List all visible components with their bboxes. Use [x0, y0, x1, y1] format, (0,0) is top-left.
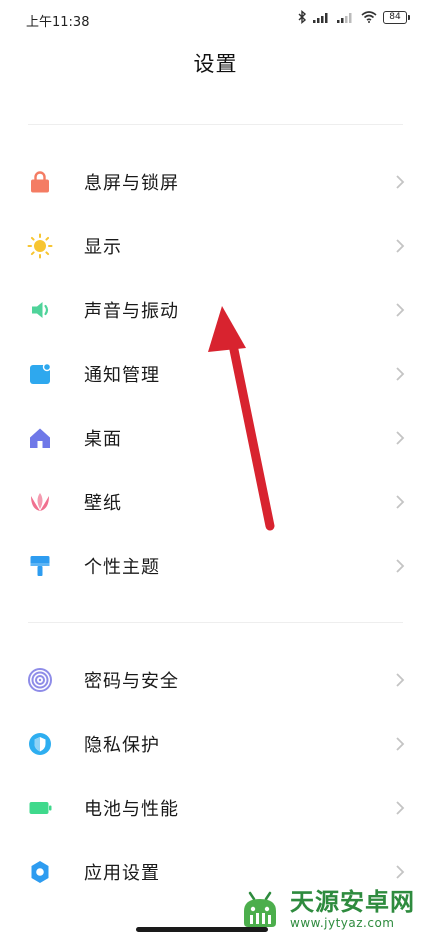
chevron-right-icon [396, 559, 405, 573]
home-icon [27, 425, 53, 451]
settings-item-sound[interactable]: 声音与振动 [0, 278, 431, 342]
settings-item-label: 声音与振动 [84, 301, 179, 322]
watermark-url: www.jytyaz.com [290, 916, 395, 930]
settings-item-label: 息屏与锁屏 [84, 173, 179, 194]
settings-item-battery-performance[interactable]: 电池与性能 [0, 776, 431, 840]
settings-item-wallpaper[interactable]: 壁纸 [0, 470, 431, 534]
lock-icon [27, 169, 53, 195]
settings-item-label: 应用设置 [84, 863, 160, 884]
brush-icon [27, 553, 53, 579]
settings-item-label: 显示 [84, 237, 122, 258]
status-icons: 84 [298, 10, 410, 24]
watermark-text: 天源安卓网 www.jytyaz.com [290, 888, 415, 930]
chevron-right-icon [396, 175, 405, 189]
page-title: 设置 [193, 52, 238, 76]
watermark-logo-icon [244, 891, 276, 927]
status-time: 上午11:38 [26, 15, 90, 30]
settings-item-label: 密码与安全 [84, 671, 179, 692]
divider [28, 124, 403, 125]
fingerprint-icon [27, 667, 53, 693]
privacy-shield-icon [27, 731, 53, 757]
speaker-icon [27, 297, 53, 323]
battery-indicator: 84 [383, 10, 410, 24]
battery-icon [27, 795, 53, 821]
chevron-right-icon [396, 303, 405, 317]
settings-item-label: 壁纸 [84, 493, 122, 514]
chevron-right-icon [396, 865, 405, 879]
wifi-icon [361, 11, 377, 23]
tulip-icon [27, 489, 53, 515]
settings-item-display[interactable]: 显示 [0, 214, 431, 278]
divider [28, 622, 403, 623]
chevron-right-icon [396, 801, 405, 815]
gear-icon [27, 859, 53, 885]
watermark-title: 天源安卓网 [290, 888, 415, 916]
settings-item-themes[interactable]: 个性主题 [0, 534, 431, 598]
settings-item-notifications[interactable]: 通知管理 [0, 342, 431, 406]
chevron-right-icon [396, 367, 405, 381]
settings-group-1: 息屏与锁屏 显示 声音与振动 通知管理 桌面 壁纸 个性主题 [0, 150, 431, 598]
settings-item-home-screen[interactable]: 桌面 [0, 406, 431, 470]
status-bar: 上午11:38 84 [0, 0, 431, 40]
settings-item-label: 个性主题 [84, 557, 160, 578]
settings-item-privacy[interactable]: 隐私保护 [0, 712, 431, 776]
signal-icon-secondary [337, 13, 352, 23]
settings-item-label: 通知管理 [84, 365, 160, 386]
settings-item-label: 桌面 [84, 429, 122, 450]
watermark: 天源安卓网 www.jytyaz.com [236, 884, 426, 934]
settings-item-label: 隐私保护 [84, 735, 160, 756]
chevron-right-icon [396, 673, 405, 687]
settings-item-password-security[interactable]: 密码与安全 [0, 648, 431, 712]
notification-icon [27, 361, 53, 387]
chevron-right-icon [396, 495, 405, 509]
settings-item-lock-screen[interactable]: 息屏与锁屏 [0, 150, 431, 214]
settings-group-2: 密码与安全 隐私保护 电池与性能 应用设置 [0, 648, 431, 904]
chevron-right-icon [396, 737, 405, 751]
signal-icon [313, 13, 328, 23]
sun-icon [27, 233, 53, 259]
bluetooth-icon [298, 10, 307, 24]
chevron-right-icon [396, 431, 405, 445]
chevron-right-icon [396, 239, 405, 253]
settings-item-label: 电池与性能 [84, 799, 179, 820]
